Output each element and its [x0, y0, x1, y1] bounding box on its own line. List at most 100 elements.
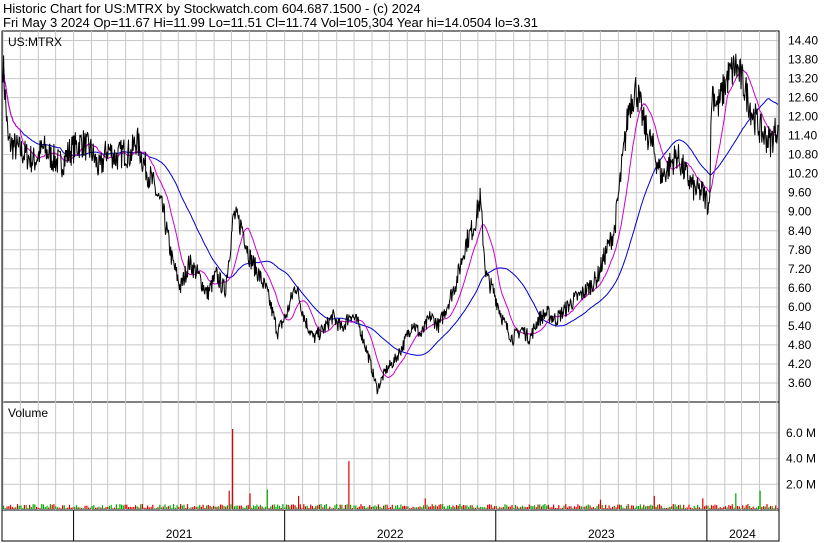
volume-bar	[412, 506, 414, 509]
volume-bar	[403, 505, 405, 509]
volume-bar	[341, 504, 343, 509]
volume-bar	[270, 506, 272, 509]
volume-bar	[81, 508, 83, 509]
volume-bar	[428, 506, 430, 509]
volume-bar	[400, 504, 402, 509]
volume-bar	[533, 505, 536, 509]
volume-bar	[488, 504, 490, 509]
volume-bar	[360, 504, 362, 509]
volume-bar	[480, 506, 482, 509]
volume-bar	[67, 507, 69, 509]
volume-bar	[150, 506, 152, 509]
volume-bar	[700, 508, 702, 509]
price-tick-label: 13.20	[788, 72, 818, 86]
volume-bar	[306, 505, 308, 509]
price-tick-label: 11.40	[788, 129, 817, 143]
volume-bar	[136, 506, 138, 509]
volume-bar	[674, 504, 676, 509]
volume-bar	[558, 505, 560, 509]
volume-bar	[733, 507, 735, 509]
volume-panel	[1, 401, 780, 511]
price-axis-labels: 14.40 13.80 13.20 12.60 12.00 11.40 10.80 10.20…	[788, 34, 818, 390]
volume-bar	[62, 505, 64, 509]
volume-bar	[60, 508, 62, 509]
volume-bar	[346, 504, 348, 509]
volume-bar	[183, 504, 185, 509]
volume-bar	[226, 505, 228, 509]
volume-bar	[162, 506, 164, 509]
volume-bar	[563, 505, 565, 509]
volume-bar	[516, 506, 518, 509]
volume-bar	[299, 504, 301, 509]
price-tick-label: 10.80	[788, 148, 818, 162]
volume-bar	[507, 506, 510, 509]
price-tick-label: 6.60	[788, 281, 812, 295]
volume-bar	[143, 507, 145, 509]
volume-bar	[749, 506, 751, 509]
volume-bar	[86, 505, 88, 509]
volume-bar	[223, 505, 225, 509]
volume-bar	[514, 505, 516, 509]
volume-bar	[379, 506, 381, 509]
volume-bar	[72, 507, 74, 509]
volume-bar	[631, 505, 633, 509]
volume-bar	[549, 507, 551, 509]
volume-bar	[53, 504, 55, 509]
volume-bar	[351, 508, 353, 509]
volume-bar	[752, 506, 754, 509]
volume-bar	[186, 504, 189, 509]
volume-bar	[79, 507, 81, 509]
volume-bar	[542, 504, 544, 509]
volume-bar	[304, 506, 307, 509]
volume-bar	[448, 505, 451, 509]
volume-bar	[459, 504, 461, 509]
volume-bar	[407, 506, 409, 509]
volume-bar	[377, 504, 379, 509]
volume-bar	[669, 507, 671, 509]
volume-bar	[245, 505, 248, 509]
volume-bar	[171, 508, 173, 509]
volume-bar	[537, 504, 539, 509]
volume-bar	[134, 505, 137, 509]
volume-bar	[638, 506, 640, 509]
volume-bar	[738, 506, 740, 509]
volume-bar	[22, 508, 24, 509]
volume-bar	[457, 505, 459, 509]
volume-bar	[683, 504, 685, 509]
volume-bar	[454, 507, 456, 509]
volume-bar	[622, 507, 624, 509]
volume-bar	[398, 507, 400, 509]
volume-bar	[284, 507, 286, 509]
volume-bar	[152, 504, 154, 509]
volume-bar	[395, 505, 397, 509]
volume-bar	[561, 507, 563, 509]
volume-bar	[249, 493, 251, 509]
volume-bar	[124, 504, 126, 509]
volume-bar	[209, 505, 211, 509]
volume-bar	[315, 506, 317, 509]
volume-bar	[88, 507, 90, 509]
volume-bar	[206, 505, 208, 509]
volume-bar	[415, 507, 418, 509]
volume-bar	[580, 506, 582, 509]
volume-bar	[728, 505, 730, 509]
year-label: 2021	[166, 527, 193, 541]
volume-bar	[41, 504, 43, 509]
volume-bar	[485, 507, 487, 509]
volume-bar	[20, 505, 22, 509]
volume-bar	[632, 505, 634, 509]
volume-bar	[455, 505, 458, 509]
volume-bar	[334, 505, 336, 509]
volume-bar	[676, 506, 678, 509]
volume-bar	[74, 506, 76, 509]
volume-bar	[551, 507, 553, 509]
volume-bar	[589, 505, 591, 509]
volume-bar	[648, 505, 650, 509]
volume-bar	[362, 506, 364, 509]
volume-bar	[301, 508, 303, 509]
volume-bar	[651, 505, 654, 509]
volume-bar	[528, 504, 530, 509]
volume-bar	[129, 506, 131, 509]
volume-bar	[495, 506, 497, 509]
volume-bar	[535, 507, 537, 509]
